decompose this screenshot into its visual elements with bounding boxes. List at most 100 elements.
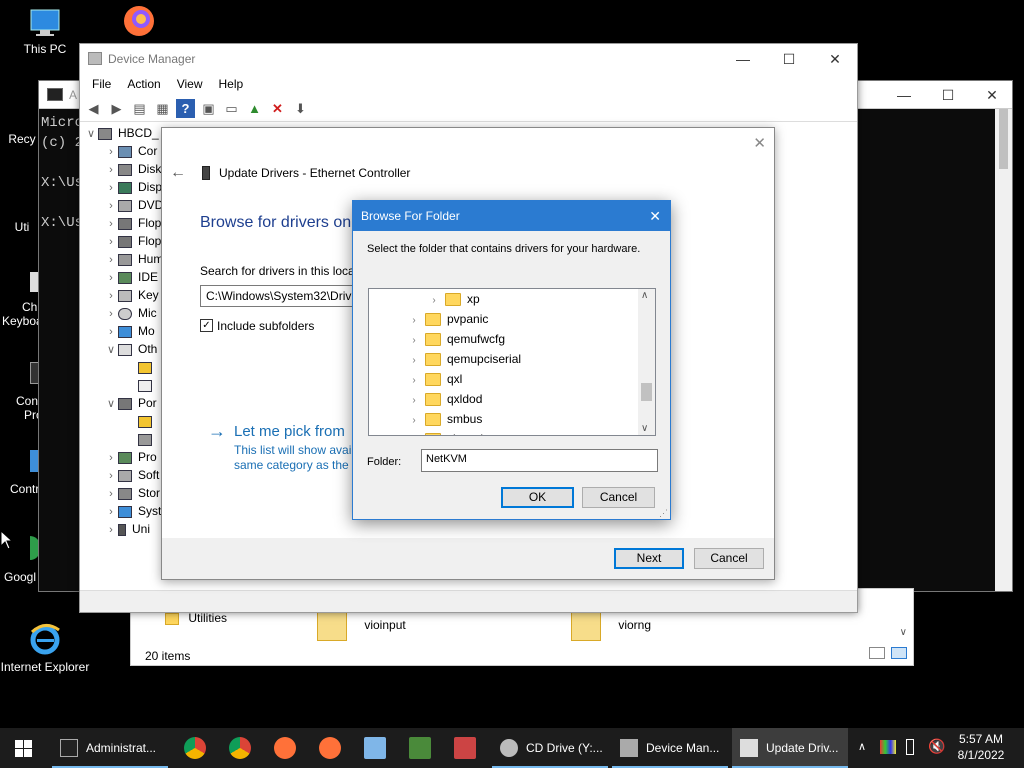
- chevron-icon[interactable]: ›: [104, 305, 118, 323]
- chevron-icon[interactable]: ›: [104, 467, 118, 485]
- next-button[interactable]: Next: [614, 548, 684, 569]
- back-arrow-icon[interactable]: ◀: [84, 99, 103, 118]
- pick-driver-link[interactable]: Let me pick from: [234, 423, 345, 440]
- chevron-right-icon[interactable]: ›: [427, 291, 441, 311]
- folder-tree-scrollbar[interactable]: ∧ ∨: [638, 289, 655, 435]
- chevron-icon[interactable]: ›: [104, 485, 118, 503]
- uninstall-icon[interactable]: ✕: [268, 99, 287, 118]
- close-button[interactable]: ✕: [812, 44, 858, 74]
- chevron-right-icon[interactable]: ›: [407, 331, 421, 351]
- include-subfolders-checkbox[interactable]: ✓: [200, 319, 213, 332]
- list-item[interactable]: vioinput: [317, 611, 406, 641]
- display-settings-icon[interactable]: [880, 740, 896, 754]
- menu-view[interactable]: View: [169, 74, 211, 96]
- chevron-icon[interactable]: ›: [104, 161, 118, 179]
- forward-arrow-icon[interactable]: ▶: [107, 99, 126, 118]
- chevron-icon[interactable]: ›: [104, 215, 118, 233]
- tree-item[interactable]: › pvpanic: [407, 309, 488, 329]
- properties-icon[interactable]: ▤: [130, 99, 149, 118]
- chevron-up-icon[interactable]: ∧: [858, 740, 866, 753]
- menu-action[interactable]: Action: [119, 74, 168, 96]
- chevron-right-icon[interactable]: ›: [407, 431, 421, 435]
- taskbar-button-cmd[interactable]: Administrat...: [52, 728, 168, 768]
- chevron-right-icon[interactable]: ›: [407, 391, 421, 411]
- resize-grip-icon[interactable]: ⋰: [659, 508, 668, 519]
- minimize-button[interactable]: —: [720, 44, 766, 74]
- tree-item[interactable]: › smbus: [407, 409, 482, 429]
- scroll-up-icon[interactable]: ∧: [641, 290, 648, 301]
- device-manager-titlebar[interactable]: Device Manager — ☐ ✕: [80, 44, 857, 74]
- tree-item[interactable]: › xp: [427, 289, 480, 309]
- dialog-titlebar[interactable]: Browse For Folder ✕: [353, 201, 670, 231]
- chevron-right-icon[interactable]: ›: [407, 411, 421, 431]
- spreadsheet-app-icon[interactable]: [409, 737, 431, 759]
- clock[interactable]: 5:57 AM 8/1/2022: [950, 731, 1012, 763]
- usb-device-icon[interactable]: [906, 739, 914, 755]
- tree-item[interactable]: › qxl: [407, 369, 462, 389]
- start-button[interactable]: [0, 728, 48, 768]
- back-arrow-icon[interactable]: ←: [170, 164, 186, 182]
- chrome-icon[interactable]: [229, 737, 251, 759]
- chevron-icon[interactable]: ∨: [84, 125, 98, 143]
- help-icon[interactable]: ?: [176, 99, 195, 118]
- chevron-icon[interactable]: ›: [104, 323, 118, 341]
- list-item[interactable]: viorng: [571, 611, 651, 641]
- chevron-icon[interactable]: ›: [104, 179, 118, 197]
- tree-item[interactable]: › qemufwcfg: [407, 329, 505, 349]
- chrome-icon[interactable]: [184, 737, 206, 759]
- taskbar-button-cd-drive[interactable]: CD Drive (Y:...: [492, 728, 608, 768]
- close-button[interactable]: ✕: [753, 134, 766, 152]
- chevron-right-icon[interactable]: ›: [407, 351, 421, 371]
- maximize-button[interactable]: ☐: [766, 44, 812, 74]
- chevron-icon[interactable]: ∨: [104, 341, 118, 359]
- firefox-icon[interactable]: [319, 737, 341, 759]
- chevron-icon[interactable]: ›: [104, 233, 118, 251]
- tree-item[interactable]: › qxldod: [407, 389, 482, 409]
- paint-app-icon[interactable]: [454, 737, 476, 759]
- scroll-down-icon[interactable]: ∨: [641, 423, 648, 434]
- large-icons-view-icon[interactable]: [891, 647, 907, 659]
- taskbar-button-update-drivers[interactable]: Update Driv...: [732, 728, 848, 768]
- cmd-scrollbar[interactable]: [995, 109, 1012, 591]
- chevron-icon[interactable]: ›: [104, 503, 118, 521]
- resources-icon[interactable]: ▣: [199, 99, 218, 118]
- scan-hardware-icon[interactable]: ▭: [222, 99, 241, 118]
- ok-button[interactable]: OK: [501, 487, 574, 508]
- scrollbar-thumb[interactable]: [641, 383, 652, 401]
- scroll-down-icon[interactable]: ∨: [900, 627, 907, 638]
- notes-app-icon[interactable]: [364, 737, 386, 759]
- desktop-icon-this-pc[interactable]: This PC: [0, 8, 90, 56]
- chevron-icon[interactable]: ›: [104, 197, 118, 215]
- taskbar-button-device-manager[interactable]: Device Man...: [612, 728, 728, 768]
- folder-tree[interactable]: › xp › pvpanic › qemufwcfg › qemupciserial ›…: [368, 288, 656, 436]
- firefox-icon[interactable]: [274, 737, 296, 759]
- chevron-icon[interactable]: ›: [104, 521, 118, 539]
- list-item[interactable]: Utilities: [165, 611, 227, 625]
- cancel-button[interactable]: Cancel: [694, 548, 764, 569]
- cancel-button[interactable]: Cancel: [582, 487, 655, 508]
- details-view-icon[interactable]: [869, 647, 885, 659]
- minimize-button[interactable]: —: [881, 81, 927, 109]
- chevron-icon[interactable]: ›: [104, 251, 118, 269]
- chevron-icon[interactable]: ∨: [104, 395, 118, 413]
- menu-help[interactable]: Help: [211, 74, 252, 96]
- tree-item[interactable]: › vioscsi: [407, 429, 483, 435]
- close-button[interactable]: ✕: [969, 81, 1015, 109]
- scrollbar-thumb[interactable]: [999, 109, 1008, 169]
- chevron-icon[interactable]: ›: [104, 269, 118, 287]
- maximize-button[interactable]: ☐: [925, 81, 971, 109]
- chevron-right-icon[interactable]: ›: [407, 311, 421, 331]
- chevron-icon[interactable]: ›: [104, 287, 118, 305]
- tree-item[interactable]: › qemupciserial: [407, 349, 521, 369]
- close-button[interactable]: ✕: [649, 201, 661, 231]
- chevron-icon[interactable]: ›: [104, 449, 118, 467]
- download-icon[interactable]: ⬇: [291, 99, 310, 118]
- browse-for-folder-dialog[interactable]: Browse For Folder ✕ Select the folder th…: [352, 200, 671, 520]
- update-driver-icon[interactable]: ▲: [245, 99, 264, 118]
- chevron-icon[interactable]: ›: [104, 143, 118, 161]
- desktop-icon-firefox[interactable]: [94, 4, 184, 42]
- list-view-icon[interactable]: ▦: [153, 99, 172, 118]
- folder-input[interactable]: NetKVM: [421, 449, 658, 472]
- chevron-right-icon[interactable]: ›: [407, 371, 421, 391]
- menu-file[interactable]: File: [84, 74, 119, 96]
